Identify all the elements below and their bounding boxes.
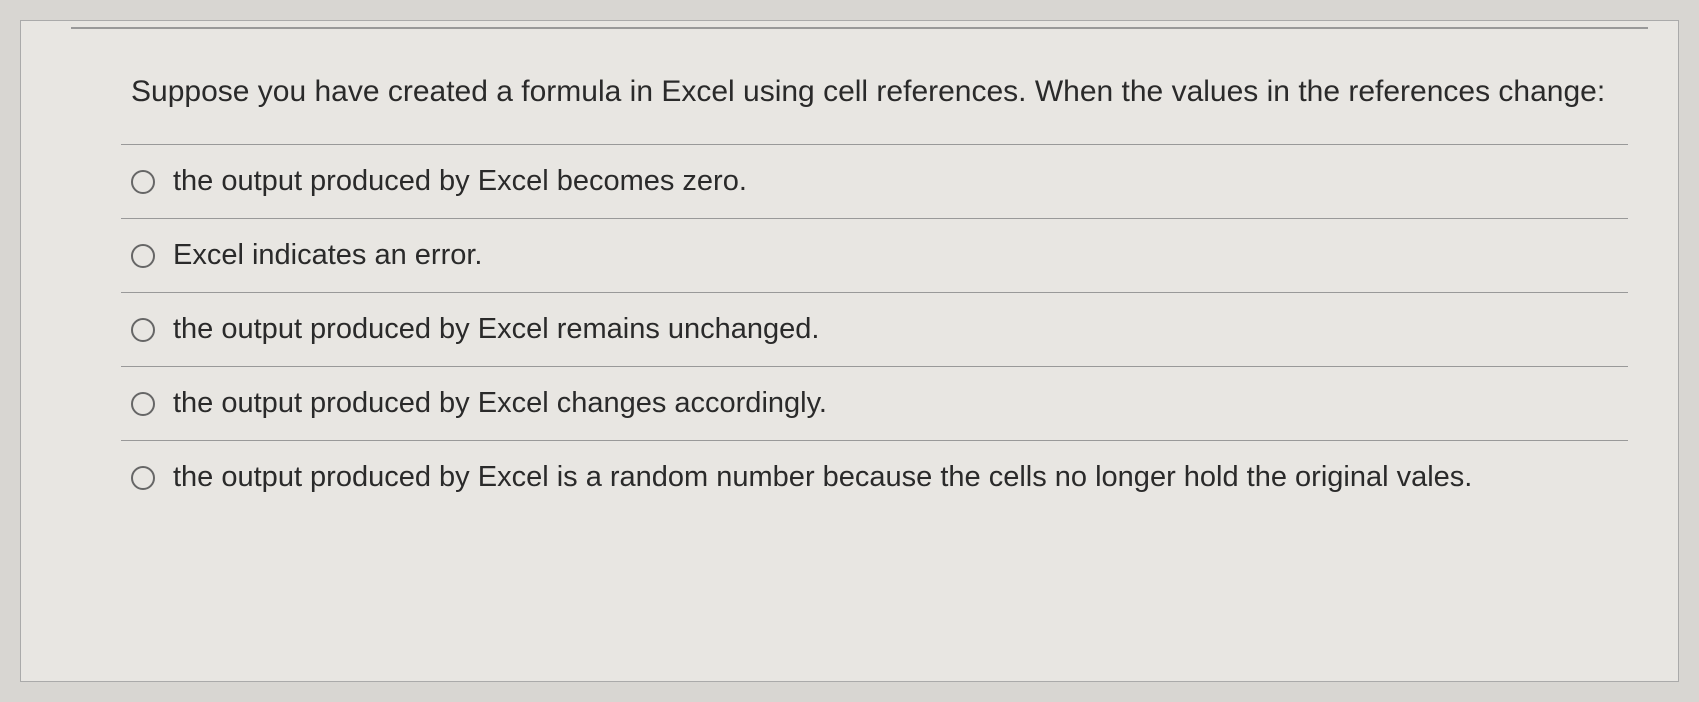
option-row[interactable]: the output produced by Excel remains unc… xyxy=(121,292,1628,366)
question-prompt: Suppose you have created a formula in Ex… xyxy=(21,29,1678,144)
radio-icon[interactable] xyxy=(131,170,155,194)
option-row[interactable]: the output produced by Excel changes acc… xyxy=(121,366,1628,440)
option-label: the output produced by Excel remains unc… xyxy=(173,313,819,346)
option-row[interactable]: the output produced by Excel is a random… xyxy=(121,440,1628,514)
option-label: the output produced by Excel changes acc… xyxy=(173,387,827,420)
option-label: Excel indicates an error. xyxy=(173,239,482,272)
radio-icon[interactable] xyxy=(131,244,155,268)
top-divider xyxy=(71,21,1648,29)
radio-icon[interactable] xyxy=(131,392,155,416)
option-row[interactable]: Excel indicates an error. xyxy=(121,218,1628,292)
option-label: the output produced by Excel is a random… xyxy=(173,461,1472,494)
options-list: the output produced by Excel becomes zer… xyxy=(21,144,1678,514)
radio-icon[interactable] xyxy=(131,318,155,342)
question-container: Suppose you have created a formula in Ex… xyxy=(20,20,1679,682)
option-label: the output produced by Excel becomes zer… xyxy=(173,165,747,198)
radio-icon[interactable] xyxy=(131,466,155,490)
option-row[interactable]: the output produced by Excel becomes zer… xyxy=(121,144,1628,218)
